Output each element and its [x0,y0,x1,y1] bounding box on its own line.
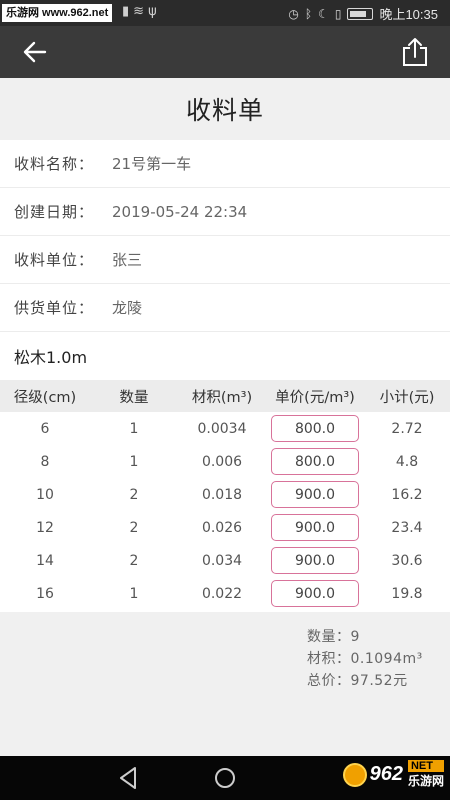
name-label: 收料名称： [14,155,95,173]
status-icons-left: ▮≋ψ [122,4,161,19]
cell-price: 800.0 [266,448,364,475]
name-value: 21号第一车 [112,155,192,173]
cell-subtotal: 23.4 [391,519,423,536]
cell-diameter: 16 [36,585,54,602]
cell-price: 900.0 [266,580,364,607]
date-row: 创建日期： 2019-05-24 22:34 [0,188,450,236]
cell-price: 900.0 [266,514,364,541]
cell-volume: 0.018 [201,486,243,503]
site-logo: 962 NET 乐游网 [342,760,444,789]
table-row: 16 1 0.022 900.0 19.8 [0,577,450,610]
price-input[interactable]: 900.0 [271,481,359,508]
table-header: 径级(cm) 数量 材积(m³) 单价(元/m³) 小计(元) [0,380,450,412]
date-label: 创建日期： [14,203,95,221]
cell-diameter: 10 [36,486,54,503]
cell-volume: 0.034 [201,552,243,569]
share-icon [403,38,427,66]
summary-panel: 数量：9 材积：0.1094m³ 总价：97.52元 [0,612,450,756]
summary-total: 总价：97.52元 [307,673,408,689]
receiver-label: 收料单位： [14,251,95,269]
cell-quantity: 1 [129,420,139,437]
cell-quantity: 1 [129,585,139,602]
wifi-icon: ≋ [133,4,149,19]
name-row: 收料名称： 21号第一车 [0,140,450,188]
table-row: 6 1 0.0034 800.0 2.72 [0,412,450,445]
logo-cn: 乐游网 [407,774,444,788]
cell-volume: 0.022 [201,585,243,602]
title-bar: 收料单 [0,78,450,140]
back-button[interactable] [18,36,52,68]
supplier-row: 供货单位： 龙陵 [0,284,450,332]
cell-subtotal: 30.6 [391,552,423,569]
price-input[interactable]: 900.0 [271,580,359,607]
cell-diameter: 8 [40,453,50,470]
cell-subtotal: 16.2 [391,486,423,503]
status-icons-right: ◷ ᛒ ☾ ▯ 晚上10:35 [288,4,438,23]
cell-diameter: 6 [40,420,50,437]
cell-volume: 0.0034 [197,420,247,437]
species-title: 松木1.0m [14,348,88,367]
moon-icon: ☾ [318,6,329,21]
price-input[interactable]: 900.0 [271,514,359,541]
logo-mark-icon [342,762,367,787]
nav-home-button[interactable] [213,766,237,790]
cell-quantity: 2 [129,486,139,503]
logo-digits: 962 [369,763,403,785]
header-quantity: 数量 [119,389,149,406]
info-form: 收料名称： 21号第一车 创建日期： 2019-05-24 22:34 收料单位… [0,140,450,332]
cell-subtotal: 2.72 [391,420,423,437]
cell-subtotal: 4.8 [395,453,419,470]
cell-subtotal: 19.8 [391,585,423,602]
supplier-value: 龙陵 [112,299,143,317]
table-row: 10 2 0.018 900.0 16.2 [0,478,450,511]
header-subtotal: 小计(元) [379,389,435,406]
receiver-value: 张三 [112,251,143,269]
page-title: 收料单 [185,96,264,125]
table-row: 14 2 0.034 900.0 30.6 [0,544,450,577]
system-nav-bar: 962 NET 乐游网 [0,756,450,800]
cell-quantity: 2 [129,519,139,536]
cell-price: 900.0 [266,481,364,508]
share-button[interactable] [398,34,432,70]
watermark: 乐游网 www.962.net [2,4,113,22]
cell-volume: 0.026 [201,519,243,536]
cell-diameter: 14 [36,552,54,569]
cell-diameter: 12 [36,519,54,536]
logo-net: NET [407,760,444,772]
status-time: 晚上10:35 [379,7,438,22]
price-input[interactable]: 900.0 [271,547,359,574]
alarm-icon: ◷ [288,6,299,21]
summary-volume: 材积：0.1094m³ [307,651,423,667]
cell-price: 900.0 [266,547,364,574]
logo-sub: NET 乐游网 [407,760,444,789]
summary-lines: 数量：9 材积：0.1094m³ 总价：97.52元 [307,626,423,692]
price-input[interactable]: 800.0 [271,448,359,475]
signal-icon: ▮ [122,4,134,19]
status-bar: 乐游网 www.962.net ▮≋ψ ◷ ᛒ ☾ ▯ 晚上10:35 [0,0,450,26]
bluetooth-icon: ᛒ [304,6,313,21]
price-input[interactable]: 800.0 [271,415,359,442]
vibrate-icon: ▯ [334,6,342,21]
header-unit-price: 单价(元/m³) [275,389,355,406]
header-diameter: 径级(cm) [13,389,77,406]
header-volume: 材积(m³) [191,389,253,406]
summary-count: 数量：9 [307,629,360,645]
cell-quantity: 2 [129,552,139,569]
date-value: 2019-05-24 22:34 [112,202,248,221]
nav-back-button[interactable] [116,765,140,791]
usb-icon: ψ [148,4,161,19]
app-bar [0,26,450,78]
cell-quantity: 1 [129,453,139,470]
receiver-row: 收料单位： 张三 [0,236,450,284]
cell-volume: 0.006 [201,453,243,470]
timber-table: 径级(cm) 数量 材积(m³) 单价(元/m³) 小计(元) 6 1 0.00… [0,380,450,610]
table-row: 12 2 0.026 900.0 23.4 [0,511,450,544]
supplier-label: 供货单位： [14,299,95,317]
table-row: 8 1 0.006 800.0 4.8 [0,445,450,478]
arrow-left-icon [23,41,47,63]
battery-icon [347,7,374,20]
cell-price: 800.0 [266,415,364,442]
